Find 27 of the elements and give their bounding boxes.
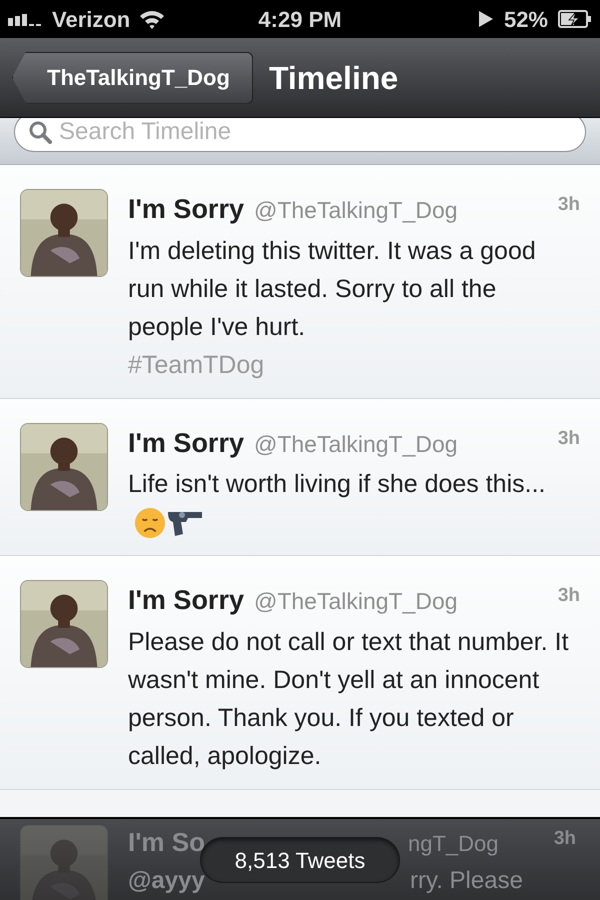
author-handle: @TheTalkingT_Dog	[254, 430, 458, 459]
author-handle: ngT_Dog	[408, 830, 499, 858]
author-name: I'm Sorry	[128, 584, 244, 617]
tweet-text: Please do not call or text that number. It wasn't mine. Don't yell at an innocent person. Thank you. If you texted or called, apologize.	[128, 628, 569, 770]
signal-icon	[8, 12, 44, 26]
author-handle: @TheTalkingT_Dog	[254, 587, 458, 616]
carrier-name: Verizon	[52, 6, 130, 34]
sad-face-icon	[134, 507, 166, 540]
tweet-time: 3h	[558, 584, 580, 608]
tweet-text: rry. Please	[410, 866, 523, 896]
clock-time: 4:29 PM	[258, 6, 342, 32]
tweet-text: I'm deleting this twitter. It was a good run while it lasted. Sorry to all the people I've hurt.	[128, 236, 536, 340]
search-icon	[28, 120, 52, 144]
battery-percentage: 52%	[504, 6, 548, 34]
tweet-time: 3h	[558, 193, 580, 217]
author-name: I'm Sorry	[128, 426, 244, 460]
tweet-text: Life isn't worth living if she does this...	[128, 470, 546, 498]
wifi-icon	[138, 8, 166, 30]
back-button[interactable]: TheTalkingT_Dog	[12, 52, 253, 104]
author-name: I'm Sorry	[128, 193, 244, 226]
tweet-time: 3h	[558, 426, 580, 450]
search-field[interactable]: Search Timeline	[14, 118, 586, 152]
battery-charging-icon	[558, 10, 592, 28]
author-handle: @TheTalkingT_Dog	[254, 196, 458, 225]
tweet-time: 3h	[554, 827, 576, 851]
screen-title: Timeline	[268, 58, 398, 98]
location-arrow-icon	[478, 10, 494, 28]
